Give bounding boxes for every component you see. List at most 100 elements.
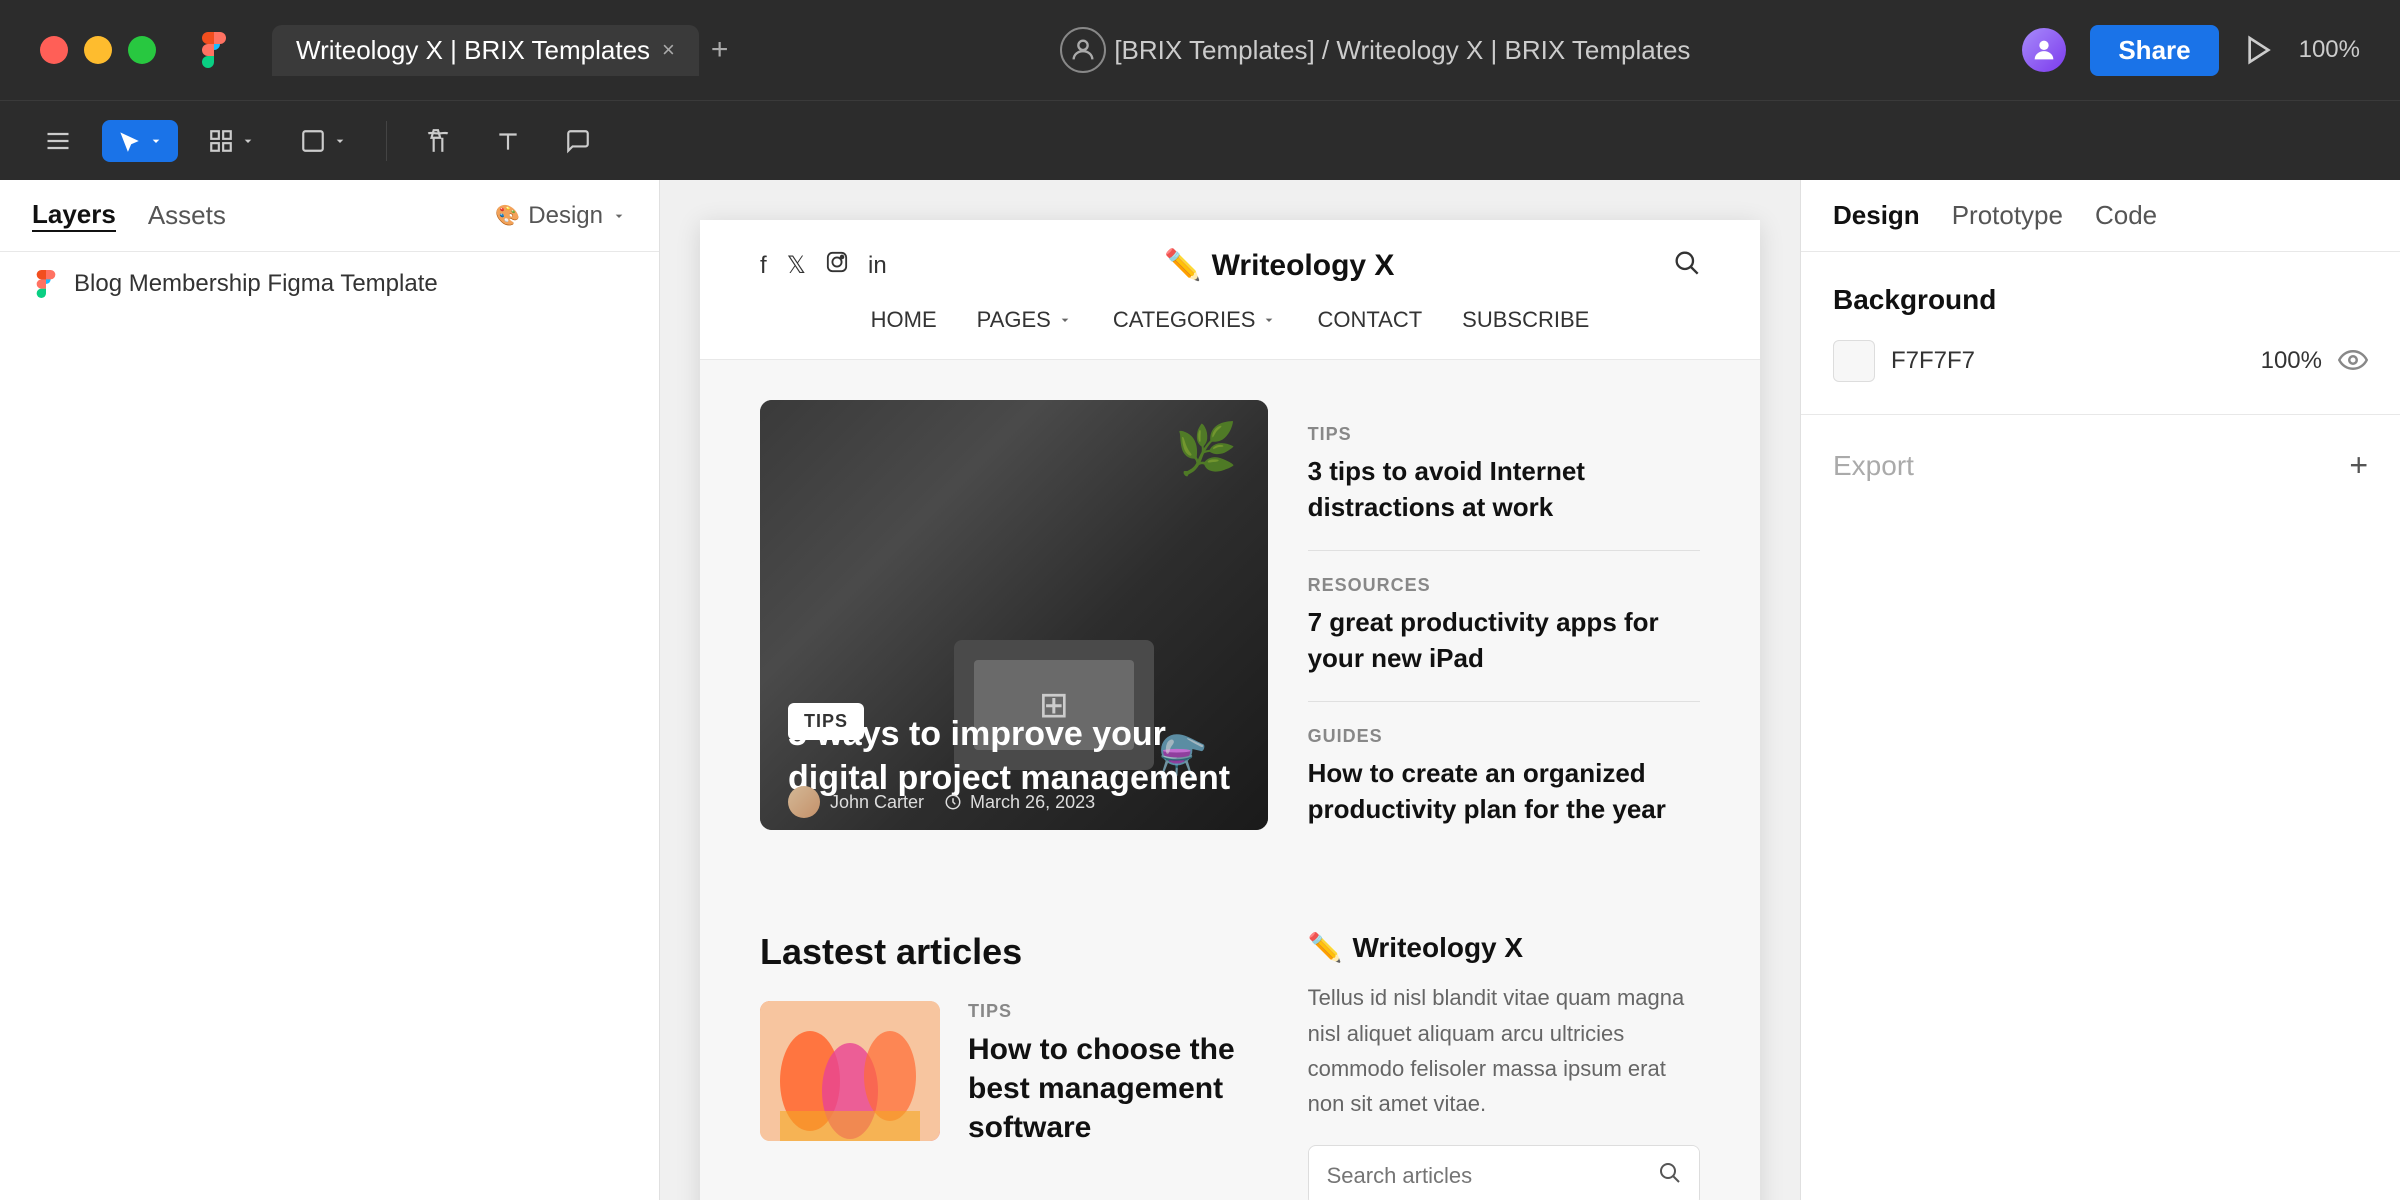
color-swatch[interactable] bbox=[1833, 340, 1875, 382]
search-bar bbox=[1308, 1145, 1700, 1200]
background-section: Background F7F7F7 100% bbox=[1801, 252, 2400, 415]
layers-tab[interactable]: Layers bbox=[32, 199, 116, 232]
design-dropdown[interactable]: 🎨 Design bbox=[495, 202, 627, 230]
logo-text: Writeology X bbox=[1212, 249, 1395, 283]
toolbar bbox=[0, 100, 2400, 180]
hero-author: John Carter bbox=[788, 786, 924, 818]
nav-contact[interactable]: CONTACT bbox=[1317, 307, 1422, 333]
collaborator-avatar bbox=[2022, 28, 2066, 72]
side-tag-1: TIPS bbox=[1308, 424, 1700, 445]
frame-tool-button[interactable] bbox=[194, 120, 270, 162]
figma-layer-icon bbox=[32, 270, 60, 298]
search-input[interactable] bbox=[1309, 1149, 1639, 1200]
share-button[interactable]: Share bbox=[2090, 25, 2218, 76]
background-row: F7F7F7 100% bbox=[1833, 340, 2368, 382]
latest-header: Lastest articles bbox=[760, 931, 1268, 973]
zoom-level[interactable]: 100% bbox=[2299, 36, 2360, 64]
site-logo: ✏️ Writeology X bbox=[1164, 248, 1394, 283]
right-panel-tabs: Design Prototype Code bbox=[1801, 180, 2400, 252]
tab-close-icon[interactable]: × bbox=[662, 37, 675, 63]
search-button[interactable] bbox=[1639, 1146, 1699, 1200]
latest-row: Lastest articles bbox=[760, 931, 1700, 1200]
nav-subscribe[interactable]: SUBSCRIBE bbox=[1462, 307, 1589, 333]
user-profile-icon[interactable] bbox=[1060, 27, 1106, 73]
maximize-button[interactable] bbox=[128, 36, 156, 64]
side-article-1: TIPS 3 tips to avoid Internet distractio… bbox=[1308, 400, 1700, 551]
new-tab-button[interactable]: + bbox=[711, 33, 729, 67]
code-tab[interactable]: Code bbox=[2095, 200, 2157, 231]
hero-image: ⊞ 🌿 ⚗️ TIPS 5 ways to improve your digit… bbox=[760, 400, 1268, 830]
titlebar: Writeology X | BRIX Templates × + [BRIX … bbox=[0, 0, 2400, 100]
tab-label: Writeology X | BRIX Templates bbox=[296, 35, 650, 66]
canvas-inner: f 𝕏 in ✏️ Writeology X bbox=[700, 220, 1760, 1200]
site-header: f 𝕏 in ✏️ Writeology X bbox=[700, 220, 1760, 360]
article-tag: TIPS bbox=[968, 1001, 1268, 1022]
breadcrumb-text: [BRIX Templates] / Writeology X | BRIX T… bbox=[1114, 35, 1690, 66]
prototype-tab[interactable]: Prototype bbox=[1952, 200, 2063, 231]
pen-tool-button[interactable] bbox=[411, 120, 465, 162]
titlebar-actions: Share 100% bbox=[2022, 25, 2360, 76]
shape-tool-button[interactable] bbox=[286, 120, 362, 162]
active-tab[interactable]: Writeology X | BRIX Templates × bbox=[272, 25, 699, 76]
side-tag-2: RESOURCES bbox=[1308, 575, 1700, 596]
layer-item[interactable]: Blog Membership Figma Template bbox=[0, 252, 659, 316]
article-title: How to choose the best management softwa… bbox=[968, 1030, 1268, 1147]
site-header-top: f 𝕏 in ✏️ Writeology X bbox=[760, 248, 1700, 283]
side-title-3: How to create an organized productivity … bbox=[1308, 755, 1700, 828]
nav-pages[interactable]: PAGES bbox=[977, 307, 1073, 333]
social-icons: f 𝕏 in bbox=[760, 251, 887, 280]
article-date: March 26, 2023 bbox=[970, 792, 1095, 813]
menu-icon[interactable] bbox=[30, 119, 86, 163]
widget-pen-icon: ✏️ bbox=[1308, 931, 1343, 964]
side-tag-3: GUIDES bbox=[1308, 726, 1700, 747]
add-export-icon[interactable]: + bbox=[2349, 447, 2368, 484]
export-section: Export + bbox=[1801, 415, 2400, 516]
design-tab[interactable]: Design bbox=[1833, 200, 1920, 231]
latest-left: Lastest articles bbox=[760, 931, 1268, 1200]
canvas[interactable]: f 𝕏 in ✏️ Writeology X bbox=[660, 180, 1800, 1200]
assets-tab[interactable]: Assets bbox=[148, 200, 226, 231]
play-icon[interactable] bbox=[2243, 34, 2275, 66]
hero-meta: John Carter March 26, 2023 bbox=[788, 774, 1240, 830]
header-search-icon[interactable] bbox=[1672, 248, 1700, 283]
traffic-lights bbox=[40, 36, 156, 64]
linkedin-icon[interactable]: in bbox=[868, 252, 887, 280]
nav-home[interactable]: HOME bbox=[871, 307, 937, 333]
article-card: TIPS How to choose the best management s… bbox=[760, 1001, 1268, 1147]
site-nav: HOME PAGES CATEGORIES CONTACT SUBSCRIBE bbox=[760, 299, 1700, 341]
hex-input[interactable]: F7F7F7 bbox=[1891, 347, 2245, 375]
facebook-icon[interactable]: f bbox=[760, 252, 767, 280]
background-label: Background bbox=[1833, 284, 2368, 316]
hero-featured: ⊞ 🌿 ⚗️ TIPS 5 ways to improve your digit… bbox=[760, 400, 1268, 851]
hero-date: March 26, 2023 bbox=[944, 792, 1095, 813]
side-articles: TIPS 3 tips to avoid Internet distractio… bbox=[1308, 400, 1700, 851]
nav-categories[interactable]: CATEGORIES bbox=[1113, 307, 1278, 333]
comment-tool-button[interactable] bbox=[551, 120, 605, 162]
twitter-icon[interactable]: 𝕏 bbox=[787, 251, 806, 280]
breadcrumb: [BRIX Templates] / Writeology X | BRIX T… bbox=[748, 27, 2002, 73]
website-mockup: f 𝕏 in ✏️ Writeology X bbox=[700, 220, 1760, 1200]
side-article-2: RESOURCES 7 great productivity apps for … bbox=[1308, 551, 1700, 702]
move-tool-button[interactable] bbox=[102, 120, 178, 162]
visibility-icon[interactable] bbox=[2338, 346, 2368, 377]
export-label: Export bbox=[1833, 450, 1914, 482]
side-article-3: GUIDES How to create an organized produc… bbox=[1308, 702, 1700, 852]
widget-logo-text: Writeology X bbox=[1352, 932, 1523, 964]
figma-logo-icon bbox=[196, 32, 232, 68]
logo-pen-icon: ✏️ bbox=[1164, 248, 1201, 283]
opacity-input[interactable]: 100% bbox=[2261, 347, 2322, 375]
layers-panel: Layers Assets 🎨 Design Blog Membership F… bbox=[0, 180, 660, 1200]
layer-name: Blog Membership Figma Template bbox=[74, 270, 438, 298]
instagram-icon[interactable] bbox=[826, 251, 848, 280]
close-button[interactable] bbox=[40, 36, 68, 64]
panel-tabs: Layers Assets 🎨 Design bbox=[0, 180, 659, 252]
minimize-button[interactable] bbox=[84, 36, 112, 64]
article-info: TIPS How to choose the best management s… bbox=[968, 1001, 1268, 1147]
author-avatar bbox=[788, 786, 820, 818]
toolbar-separator-1 bbox=[386, 121, 387, 161]
author-name: John Carter bbox=[830, 792, 924, 813]
side-title-1: 3 tips to avoid Internet distractions at… bbox=[1308, 453, 1700, 526]
hero-section: ⊞ 🌿 ⚗️ TIPS 5 ways to improve your digit… bbox=[700, 360, 1760, 891]
text-tool-button[interactable] bbox=[481, 120, 535, 162]
latest-section: Lastest articles bbox=[700, 891, 1760, 1200]
